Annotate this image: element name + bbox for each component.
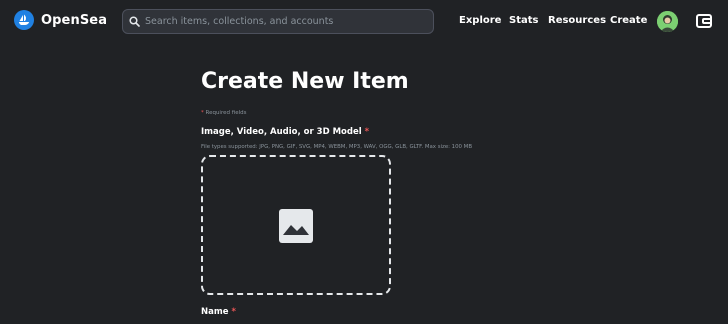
required-star: * <box>231 307 236 317</box>
media-label-text: Image, Video, Audio, or 3D Model <box>201 127 362 137</box>
nav-resources[interactable]: Resources <box>548 15 606 26</box>
nav-explore[interactable]: Explore <box>459 15 501 26</box>
profile-avatar[interactable] <box>657 11 678 32</box>
name-field-label: Name * <box>201 307 236 317</box>
page: OpenSea Explore Stats Resources Create <box>3 3 723 321</box>
media-field-label: Image, Video, Audio, or 3D Model * <box>201 127 369 137</box>
search-icon <box>129 12 140 31</box>
opensea-logo[interactable]: OpenSea <box>14 10 107 30</box>
file-types-note: File types supported: JPG, PNG, GIF, SVG… <box>201 144 473 150</box>
image-placeholder-icon <box>279 209 313 243</box>
name-label-text: Name <box>201 307 229 317</box>
logo-text: OpenSea <box>41 12 108 28</box>
media-upload-dropzone[interactable] <box>201 155 391 295</box>
required-star: * <box>201 110 204 116</box>
page-title: Create New Item <box>201 69 409 94</box>
wallet-icon[interactable] <box>695 12 713 30</box>
opensea-logo-icon <box>14 10 34 30</box>
top-navbar: OpenSea Explore Stats Resources Create <box>3 3 723 41</box>
required-star: * <box>364 127 370 137</box>
search-input[interactable] <box>145 16 415 27</box>
nav-stats[interactable]: Stats <box>509 15 538 26</box>
required-fields-note: * Required fields <box>201 110 246 116</box>
required-fields-text: Required fields <box>205 110 247 116</box>
search-bar[interactable] <box>122 9 434 34</box>
nav-create[interactable]: Create <box>610 15 647 26</box>
